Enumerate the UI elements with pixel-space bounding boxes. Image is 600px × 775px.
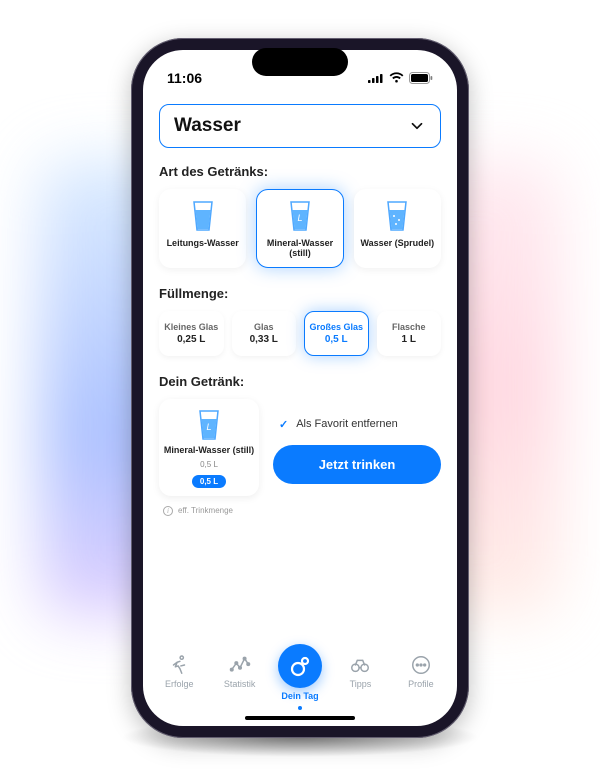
home-indicator [245,716,355,720]
status-time: 11:06 [167,70,202,86]
size-volume: 0,5 L [307,334,366,345]
tab-label: Statistik [224,679,256,689]
tab-label: Erfolge [165,679,194,689]
bubbles-icon [288,654,312,678]
favorite-label: Als Favorit entfernen [296,418,398,430]
section-title-summary: Dein Getränk: [159,374,441,389]
type-card-sparkling[interactable]: Wasser (Sprudel) [354,189,441,269]
battery-icon [409,72,433,84]
summary-card: L Mineral-Wasser (still) 0,5 L 0,5 L [159,399,259,495]
glass-icon [191,200,215,232]
size-card-bottle[interactable]: Flasche 1 L [377,311,442,356]
drink-category-dropdown[interactable]: Wasser [159,104,441,148]
glass-icon: L [197,409,221,441]
footnote: i eff. Trinkmenge [163,506,441,516]
center-action-button[interactable] [278,644,322,688]
phone-frame: 11:06 Wasser Art des Getränks: Leitungs-… [131,38,469,738]
size-card-glass[interactable]: Glas 0,33 L [232,311,297,356]
wifi-icon [389,72,404,83]
type-label: Leitungs-Wasser [167,238,239,249]
size-row: Kleines Glas 0,25 L Glas 0,33 L Großes G… [159,311,441,356]
dynamic-island [252,48,348,76]
tab-tipps[interactable]: Tipps [330,654,390,689]
size-volume: 0,25 L [162,334,221,345]
size-name: Flasche [380,322,439,332]
drink-type-row: Leitungs-Wasser L Mineral-Wasser (still)… [159,189,441,269]
type-label: Mineral-Wasser (still) [261,238,338,260]
summary-pill: 0,5 L [192,475,226,488]
runner-icon [168,654,190,676]
size-card-large[interactable]: Großes Glas 0,5 L [304,311,369,356]
glass-icon: L [288,200,312,232]
tab-bar: Erfolge Statistik Dein Tag Tipps [143,646,457,726]
size-volume: 1 L [380,334,439,345]
tab-label: Profile [408,679,434,689]
summary-name: Mineral-Wasser (still) [164,445,254,455]
info-icon: i [163,506,173,516]
signal-icon [368,73,384,83]
tab-dein-tag[interactable]: Dein Tag [270,654,330,710]
favorite-toggle[interactable]: ✓ Als Favorit entfernen [273,418,441,431]
size-name: Glas [235,322,294,332]
active-dot-icon [298,706,302,710]
chevron-down-icon [408,117,426,135]
type-card-mineral-still[interactable]: L Mineral-Wasser (still) [256,189,343,269]
type-label: Wasser (Sprudel) [360,238,434,249]
tab-erfolge[interactable]: Erfolge [149,654,209,689]
summary-volume: 0,5 L [200,460,218,469]
size-name: Kleines Glas [162,322,221,332]
tab-label: Dein Tag [281,691,318,701]
type-card-tap-water[interactable]: Leitungs-Wasser [159,189,246,269]
size-name: Großes Glas [307,322,366,332]
check-icon: ✓ [279,418,288,431]
binoculars-icon [349,654,371,676]
stats-icon [229,654,251,676]
drink-now-button[interactable]: Jetzt trinken [273,445,441,484]
size-card-small[interactable]: Kleines Glas 0,25 L [159,311,224,356]
status-indicators [368,72,433,84]
summary-row: L Mineral-Wasser (still) 0,5 L 0,5 L ✓ A… [159,399,441,495]
screen: 11:06 Wasser Art des Getränks: Leitungs-… [143,50,457,726]
size-volume: 0,33 L [235,334,294,345]
footnote-text: eff. Trinkmenge [178,506,233,515]
more-icon [410,654,432,676]
tab-profile[interactable]: Profile [391,654,451,689]
glass-icon [385,200,409,232]
svg-text:L: L [206,422,211,432]
dropdown-label: Wasser [174,115,241,137]
section-title-size: Füllmenge: [159,286,441,301]
svg-text:L: L [297,213,302,223]
tab-statistik[interactable]: Statistik [209,654,269,689]
section-title-type: Art des Getränks: [159,164,441,179]
tab-label: Tipps [350,679,372,689]
